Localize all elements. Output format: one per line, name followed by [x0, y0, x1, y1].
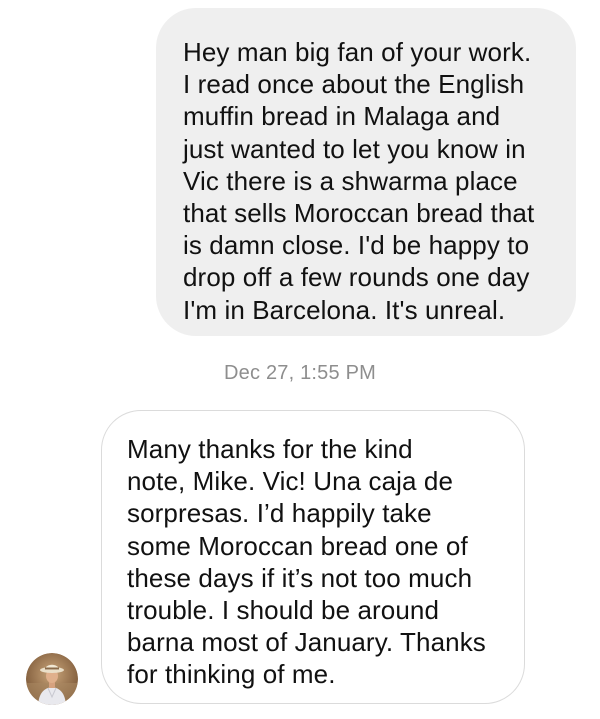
avatar[interactable]: [26, 653, 78, 705]
outgoing-message-bubble[interactable]: Many thanks for the kind note, Mike. Vic…: [101, 410, 525, 704]
incoming-message-text: Hey man big fan of your work. I read onc…: [183, 37, 535, 325]
outgoing-message-text: Many thanks for the kind note, Mike. Vic…: [127, 434, 486, 690]
incoming-message-bubble[interactable]: Hey man big fan of your work. I read onc…: [156, 8, 576, 336]
avatar-icon: [26, 653, 78, 705]
message-timestamp: Dec 27, 1:55 PM: [224, 362, 376, 384]
